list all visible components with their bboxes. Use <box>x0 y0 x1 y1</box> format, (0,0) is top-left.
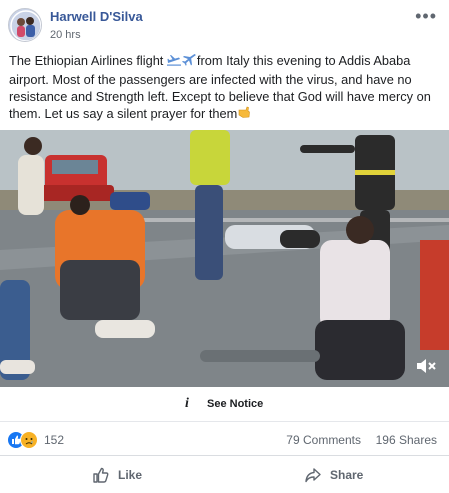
share-button[interactable]: Share <box>304 457 363 493</box>
more-horizontal-icon[interactable]: ••• <box>415 6 437 27</box>
shares-count[interactable]: 196 Shares <box>376 433 437 447</box>
airplane-icon <box>181 53 197 71</box>
video-player[interactable] <box>0 130 449 387</box>
comments-count[interactable]: 79 Comments <box>286 433 361 447</box>
video-thumbnail <box>0 130 449 387</box>
see-notice-bar[interactable]: i See Notice <box>0 388 449 422</box>
pointing-hand-icon <box>237 106 251 123</box>
see-notice-label[interactable]: See Notice <box>207 398 263 410</box>
share-arrow-icon <box>305 468 321 483</box>
thumbs-up-icon <box>93 467 109 483</box>
share-label: Share <box>330 468 364 482</box>
like-label: Like <box>118 468 143 482</box>
facebook-post: Harwell D'Silva 20 hrs ••• The Ethiopian… <box>0 0 449 493</box>
author-name[interactable]: Harwell D'Silva <box>50 9 143 24</box>
airplane-departure-icon <box>166 53 181 70</box>
reaction-stats: 152 79 Comments 196 Shares <box>0 423 449 456</box>
post-text: The Ethiopian Airlines flight from Italy… <box>9 52 439 123</box>
post-text-part-1: The Ethiopian Airlines flight <box>9 53 167 68</box>
info-icon: i <box>185 396 189 411</box>
action-bar: Like Share <box>0 457 449 493</box>
like-button[interactable]: Like <box>92 457 142 493</box>
sad-reaction-icon[interactable] <box>20 431 38 449</box>
post-timestamp[interactable]: 20 hrs <box>50 29 81 41</box>
speaker-muted-icon[interactable] <box>415 357 437 375</box>
avatar[interactable] <box>8 8 42 42</box>
reaction-count[interactable]: 152 <box>44 433 64 447</box>
